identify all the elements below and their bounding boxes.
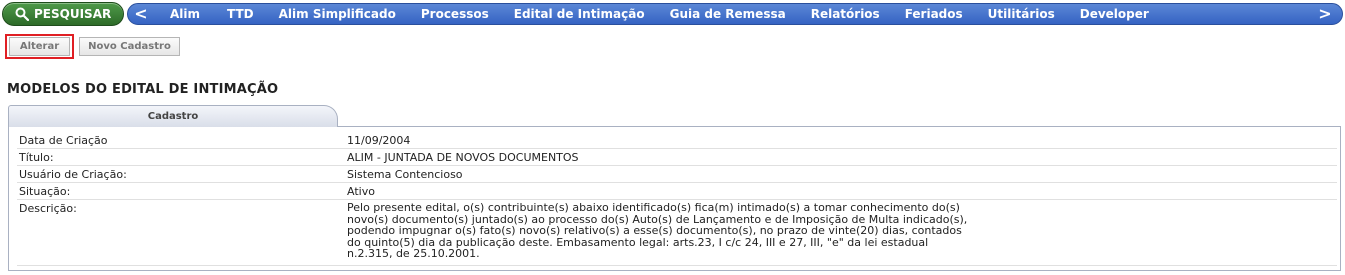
menu-item-developer[interactable]: Developer: [1080, 4, 1149, 24]
description-line: n.2.315, de 25.10.2001.: [347, 247, 480, 260]
main-menu: < Alim TTD Alim Simplificado Processos E…: [127, 3, 1343, 25]
menu-item-utilitarios[interactable]: Utilitários: [988, 4, 1055, 24]
tab-cadastro[interactable]: Cadastro: [8, 105, 338, 127]
field-label: Título:: [19, 151, 54, 164]
menu-item-alim-simplificado[interactable]: Alim Simplificado: [279, 4, 396, 24]
novo-cadastro-button[interactable]: Novo Cadastro: [79, 37, 180, 56]
menu-scroll-right-icon[interactable]: >: [1312, 4, 1338, 24]
alterar-button[interactable]: Alterar: [9, 37, 70, 56]
menu-items: Alim TTD Alim Simplificado Processos Edi…: [154, 4, 1149, 24]
description-label: Descrição:: [19, 202, 77, 215]
menu-item-processos[interactable]: Processos: [421, 4, 489, 24]
field-row: Data de Criação 11/09/2004: [17, 133, 1337, 149]
field-value: ALIM - JUNTADA DE NOVOS DOCUMENTOS: [347, 151, 579, 164]
search-button-label: PESQUISAR: [34, 7, 112, 21]
magnifier-icon: [15, 7, 29, 21]
field-row: Usuário de Criação: Sistema Contencioso: [17, 167, 1337, 183]
field-value: Sistema Contencioso: [347, 168, 463, 181]
description-row: Descrição: Pelo presente edital, o(s) co…: [17, 201, 1337, 266]
menu-item-relatorios[interactable]: Relatórios: [811, 4, 880, 24]
field-value: 11/09/2004: [347, 134, 411, 147]
menu-item-ttd[interactable]: TTD: [227, 4, 254, 24]
menu-item-alim[interactable]: Alim: [170, 4, 200, 24]
field-row: Situação: Ativo: [17, 184, 1337, 200]
description-line: podendo impugnar o(s) fato(s) novo(s) re…: [347, 224, 962, 237]
description-line: Pelo presente edital, o(s) contribuinte(…: [347, 201, 960, 214]
menu-scroll-left-icon[interactable]: <: [128, 4, 154, 24]
description-text: Pelo presente edital, o(s) contribuinte(…: [347, 202, 1007, 260]
menu-item-edital-de-intimacao[interactable]: Edital de Intimação: [514, 4, 645, 24]
details-panel: Data de Criação 11/09/2004 Título: ALIM …: [8, 126, 1341, 271]
search-button[interactable]: PESQUISAR: [2, 2, 124, 26]
menu-item-guia-de-remessa[interactable]: Guia de Remessa: [670, 4, 786, 24]
field-value: Ativo: [347, 185, 375, 198]
field-label: Usuário de Criação:: [19, 168, 127, 181]
field-label: Data de Criação: [19, 134, 108, 147]
top-toolbar: PESQUISAR < Alim TTD Alim Simplificado P…: [0, 0, 1345, 28]
field-label: Situação:: [19, 185, 71, 198]
field-row: Título: ALIM - JUNTADA DE NOVOS DOCUMENT…: [17, 150, 1337, 166]
page-title: MODELOS DO EDITAL DE INTIMAÇÃO: [7, 82, 279, 97]
menu-item-feriados[interactable]: Feriados: [905, 4, 963, 24]
